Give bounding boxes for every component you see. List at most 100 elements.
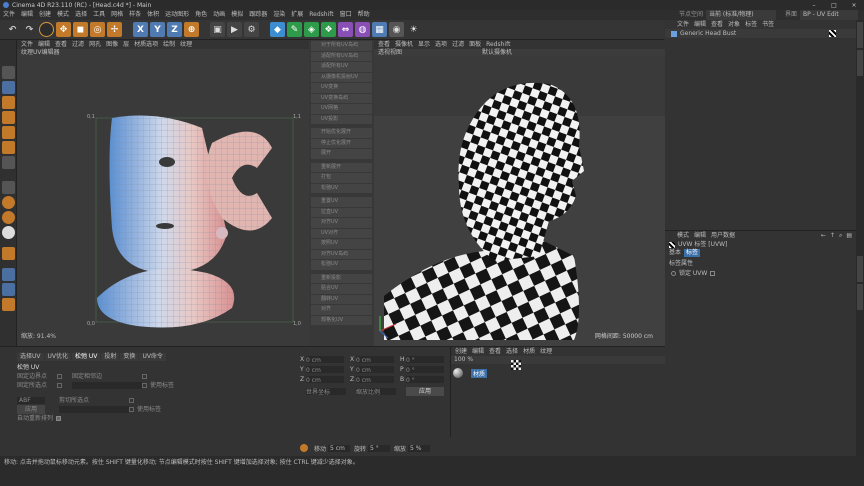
mm-menu-texture[interactable]: 纹理 <box>540 347 552 356</box>
snap-settings-icon[interactable] <box>2 196 15 209</box>
scale-tool-icon[interactable]: ◼ <box>73 22 88 37</box>
menu-render[interactable]: 渲染 <box>270 10 288 20</box>
menu-tools[interactable]: 工具 <box>90 10 108 20</box>
tab-select-uv[interactable]: 选择UV <box>17 353 44 361</box>
side-tab[interactable] <box>857 22 863 48</box>
uv-menu-filter[interactable]: 过滤 <box>72 40 84 49</box>
menu-spline[interactable]: 样条 <box>126 10 144 20</box>
uv-command-button[interactable]: 贴合UV <box>311 284 372 294</box>
uv-menu-image[interactable]: 图像 <box>106 40 118 49</box>
side-tab[interactable] <box>857 256 863 282</box>
mesh-checker-icon[interactable] <box>2 81 15 94</box>
uv-command-button[interactable]: 停止优化展开 <box>311 138 372 148</box>
vp-menu-redshift[interactable]: Redshift <box>486 40 510 49</box>
lock-uvw-radio[interactable] <box>671 271 676 276</box>
rotate-step-field[interactable]: 5 ° <box>368 444 391 452</box>
sculpt-icon[interactable] <box>2 298 15 311</box>
up-arrow-icon[interactable]: ↑ <box>830 231 835 240</box>
perspective-viewport[interactable]: 查看 摄像机 显示 选项 过滤 面板 Redshift 透视视图 默认摄像机 网… <box>374 40 665 346</box>
uv-command-button[interactable]: 打包 <box>311 173 372 183</box>
menu-select[interactable]: 选择 <box>72 10 90 20</box>
opt-field[interactable] <box>72 382 142 389</box>
texture-icon[interactable] <box>2 283 15 296</box>
cloner-icon[interactable]: ❖ <box>321 22 336 37</box>
size-y-field[interactable]: 0 cm <box>356 366 394 374</box>
uv-command-button[interactable]: 对齐UV <box>311 218 372 228</box>
uv-canvas[interactable]: 0,1 1,1 0,0 1,0 <box>17 58 309 328</box>
menu-window[interactable]: 窗口 <box>337 10 355 20</box>
uv-menu-file[interactable]: 文件 <box>21 40 33 49</box>
tab-relax-uv[interactable]: 松弛 UV <box>72 353 101 361</box>
scale-step-field[interactable]: 5 % <box>408 444 431 452</box>
menu-tracker[interactable]: 跟踪器 <box>246 10 270 20</box>
move-tool-icon[interactable]: ✥ <box>56 22 71 37</box>
am-menu-edit[interactable]: 编辑 <box>694 231 706 240</box>
menu-redshift[interactable]: Redshift <box>306 10 336 20</box>
cube-icon[interactable]: ◆ <box>270 22 285 37</box>
vp-menu-filter[interactable]: 过滤 <box>452 40 464 49</box>
coord-system-icon[interactable]: ⊕ <box>184 22 199 37</box>
uv-command-button[interactable]: 拉直UV <box>311 207 372 217</box>
uv-command-button[interactable]: UV网格 <box>311 104 372 114</box>
vp-menu-options[interactable]: 选项 <box>435 40 447 49</box>
uv-command-button[interactable]: 翻转UV <box>311 294 372 304</box>
lock-icon[interactable]: ▤ <box>846 231 852 240</box>
uv-command-button[interactable]: 对齐UV岛屿 <box>311 249 372 259</box>
material-swatch[interactable] <box>453 368 463 378</box>
light-icon[interactable]: ☀ <box>406 22 421 37</box>
uv-command-button[interactable]: 适配所有UV <box>311 62 372 72</box>
layout-dropdown[interactable]: BP - UV Edit <box>800 10 858 20</box>
menu-mograph[interactable]: 运动图形 <box>162 10 192 20</box>
vp-menu-camera[interactable]: 摄像机 <box>395 40 413 49</box>
menu-mesh[interactable]: 网格 <box>108 10 126 20</box>
opt-checkbox[interactable] <box>142 383 147 388</box>
uv-command-button[interactable]: 重新展开 <box>311 162 372 172</box>
uv-menu-material[interactable]: 材质选项 <box>134 40 158 49</box>
redo-icon[interactable]: ↷ <box>22 22 37 37</box>
polygons-mode-icon[interactable] <box>2 126 15 139</box>
tab-tag[interactable]: 标签 <box>684 249 701 257</box>
uv-command-button[interactable]: UV变换 <box>311 83 372 93</box>
uv-command-button[interactable]: 对于所有UV岛屿 <box>311 41 372 51</box>
size-x-field[interactable]: 0 cm <box>356 356 394 364</box>
minimize-button[interactable]: – <box>804 2 824 9</box>
object-row[interactable]: Generic Head Bust <box>665 29 856 38</box>
material-zoom[interactable]: 100 % <box>454 356 484 364</box>
uv-menu-paint[interactable]: 绘制 <box>163 40 175 49</box>
uv-mode-icon[interactable] <box>2 141 15 154</box>
edges-mode-icon[interactable] <box>2 111 15 124</box>
snap-icon[interactable] <box>2 181 15 194</box>
workplane-icon[interactable] <box>2 211 15 224</box>
tab-basic[interactable]: 基本 <box>669 249 681 257</box>
pos-z-field[interactable]: 0 cm <box>306 376 344 384</box>
pos-y-field[interactable]: 0 cm <box>306 366 344 374</box>
uv-command-button[interactable]: UV变换岛屿 <box>311 93 372 103</box>
opt-checkbox[interactable] <box>57 374 62 379</box>
mm-menu-material[interactable]: 材质 <box>523 347 535 356</box>
uv-menu-edit[interactable]: 编辑 <box>38 40 50 49</box>
am-menu-userdata[interactable]: 用户数据 <box>711 231 735 240</box>
camera-icon[interactable]: ◉ <box>389 22 404 37</box>
uv-command-button[interactable]: UV对齐 <box>311 228 372 238</box>
tab-uv-optimize[interactable]: UV优化 <box>44 353 71 361</box>
node-space-dropdown[interactable]: 当前 (标准/物理) <box>705 10 776 20</box>
pos-x-field[interactable]: 0 cm <box>306 356 344 364</box>
layer-icon[interactable] <box>2 268 15 281</box>
search-icon[interactable]: ⌕ <box>839 231 842 240</box>
menu-simulate[interactable]: 模拟 <box>228 10 246 20</box>
menu-animate[interactable]: 动画 <box>210 10 228 20</box>
menu-create[interactable]: 创建 <box>36 10 54 20</box>
maximize-button[interactable]: □ <box>824 2 844 9</box>
opt-checkbox[interactable] <box>129 407 134 412</box>
render-settings-icon[interactable]: ⚙ <box>244 22 259 37</box>
menu-extensions[interactable]: 扩展 <box>288 10 306 20</box>
uv-command-button[interactable]: 重新投影 <box>311 273 372 283</box>
om-menu-file[interactable]: 文件 <box>677 20 689 29</box>
solo-icon[interactable] <box>2 226 15 239</box>
uvw-tag-icon[interactable] <box>829 30 836 37</box>
vp-menu-panel[interactable]: 面板 <box>469 40 481 49</box>
side-tab[interactable] <box>857 284 863 310</box>
uv-menu-texture[interactable]: 纹理 <box>180 40 192 49</box>
apply-coords-button[interactable]: 应用 <box>406 387 444 396</box>
uv-menu-layer[interactable]: 层 <box>123 40 129 49</box>
